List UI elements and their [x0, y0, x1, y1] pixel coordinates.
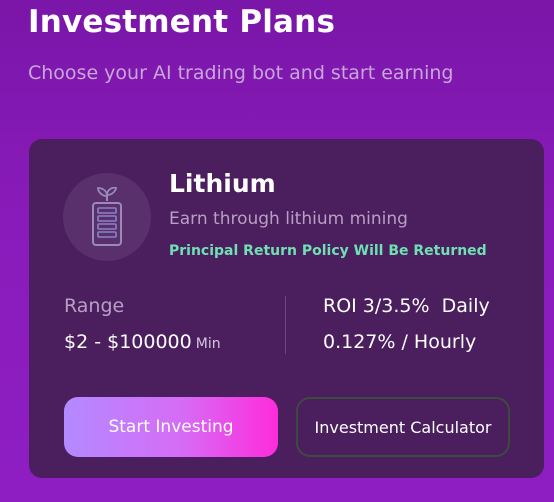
investment-calculator-button[interactable]: Investment Calculator [296, 397, 510, 457]
roi-hourly: 0.127% / Hourly [323, 331, 477, 353]
plan-name: Lithium [169, 169, 276, 198]
battery-plant-icon [92, 187, 122, 246]
range-min-suffix: Min [195, 336, 221, 352]
plan-policy: Principal Return Policy Will Be Returned [169, 243, 487, 259]
stats-divider [285, 296, 286, 354]
range-amount: $2 - $100000 [64, 331, 192, 353]
range-label: Range [64, 295, 125, 317]
roi-daily: ROI 3/3.5% Daily [323, 295, 490, 317]
range-value: $2 - $100000 Min [64, 331, 221, 353]
plan-card: Lithium Earn through lithium mining Prin… [29, 139, 544, 478]
page-title: Investment Plans [28, 4, 336, 40]
page-subtitle: Choose your AI trading bot and start ear… [28, 62, 454, 84]
start-investing-button[interactable]: Start Investing [64, 397, 278, 457]
plan-description: Earn through lithium mining [169, 209, 408, 229]
plan-avatar [63, 173, 151, 261]
